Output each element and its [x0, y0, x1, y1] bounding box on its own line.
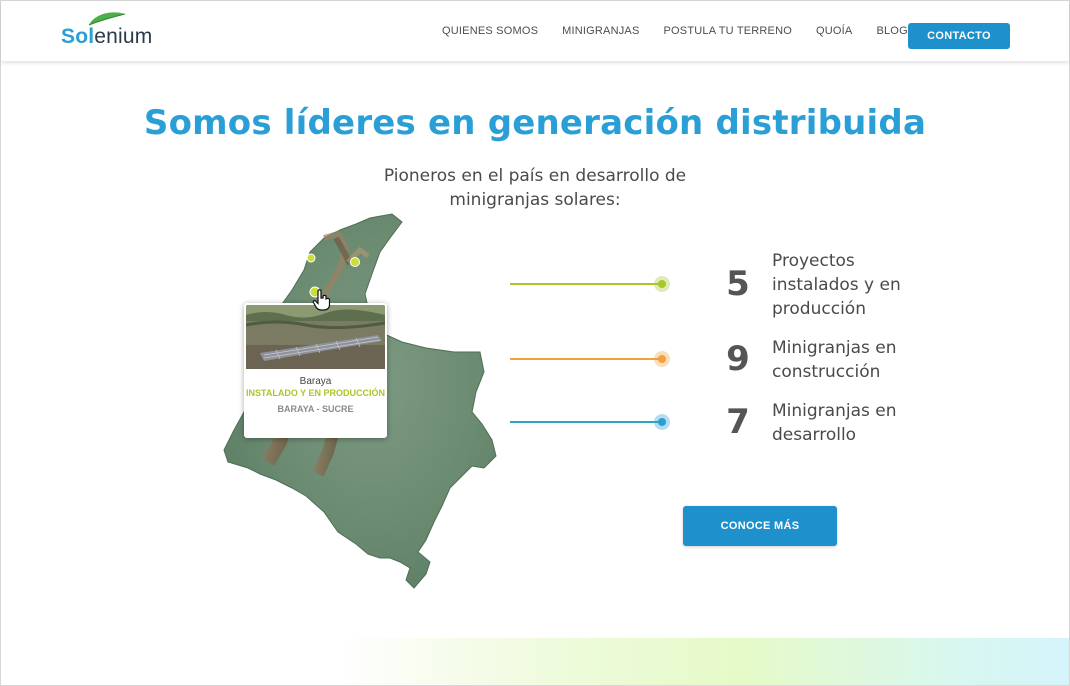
nav-postula-tu-terreno[interactable]: POSTULA TU TERRENO: [664, 25, 793, 37]
logo-text-sol: Sol: [61, 25, 95, 48]
nav-quienes-somos[interactable]: QUIENES SOMOS: [442, 25, 538, 37]
logo[interactable]: Solenium: [61, 11, 153, 51]
contact-button[interactable]: CONTACTO: [908, 23, 1010, 49]
stat-development-number: 7: [726, 402, 750, 442]
legend-dot-installed: [654, 276, 670, 292]
stat-installed-number: 5: [726, 264, 750, 304]
nav-quoia[interactable]: QUOÍA: [816, 25, 852, 37]
nav-blog[interactable]: BLOG: [876, 25, 907, 37]
bottom-gradient-band: [340, 638, 1069, 685]
solar-farm-photo: [246, 305, 385, 369]
stat-installed-label: Proyectos instalados y en producción: [772, 251, 901, 319]
stat-construction-number: 9: [726, 339, 750, 379]
logo-text: Solenium: [61, 25, 152, 49]
legend-dot-development: [654, 414, 670, 430]
map-pin-2[interactable]: [350, 257, 360, 267]
popup-project-name: Baraya: [299, 376, 332, 387]
legend-line-construction: [510, 358, 664, 360]
project-popup[interactable]: Baraya INSTALADO Y EN PRODUCCIÓN BARAYA …: [244, 303, 387, 438]
logo-text-enium: enium: [94, 25, 153, 48]
popup-project-location: BARAYA - SUCRE: [277, 404, 354, 414]
hand-cursor-icon: [312, 289, 331, 311]
main-nav: QUIENES SOMOS MINIGRANJAS POSTULA TU TER…: [442, 1, 932, 61]
legend-dot-construction: [654, 351, 670, 367]
stat-construction-label: Minigranjas en construcción: [772, 338, 897, 382]
learn-more-button[interactable]: CONOCE MÁS: [683, 506, 837, 546]
map-pin-1[interactable]: [306, 253, 316, 263]
stat-development-label: Minigranjas en desarrollo: [772, 401, 897, 445]
popup-project-status: INSTALADO Y EN PRODUCCIÓN: [245, 388, 385, 398]
legend-line-installed: [510, 283, 664, 285]
site-header: Solenium QUIENES SOMOS MINIGRANJAS POSTU…: [1, 1, 1069, 61]
nav-minigranjas[interactable]: MINIGRANJAS: [562, 25, 639, 37]
legend-line-development: [510, 421, 664, 423]
page-subtitle: Pioneros en el país en desarrollo de min…: [383, 166, 687, 210]
page-title: Somos líderes en generación distribuida: [143, 103, 927, 143]
